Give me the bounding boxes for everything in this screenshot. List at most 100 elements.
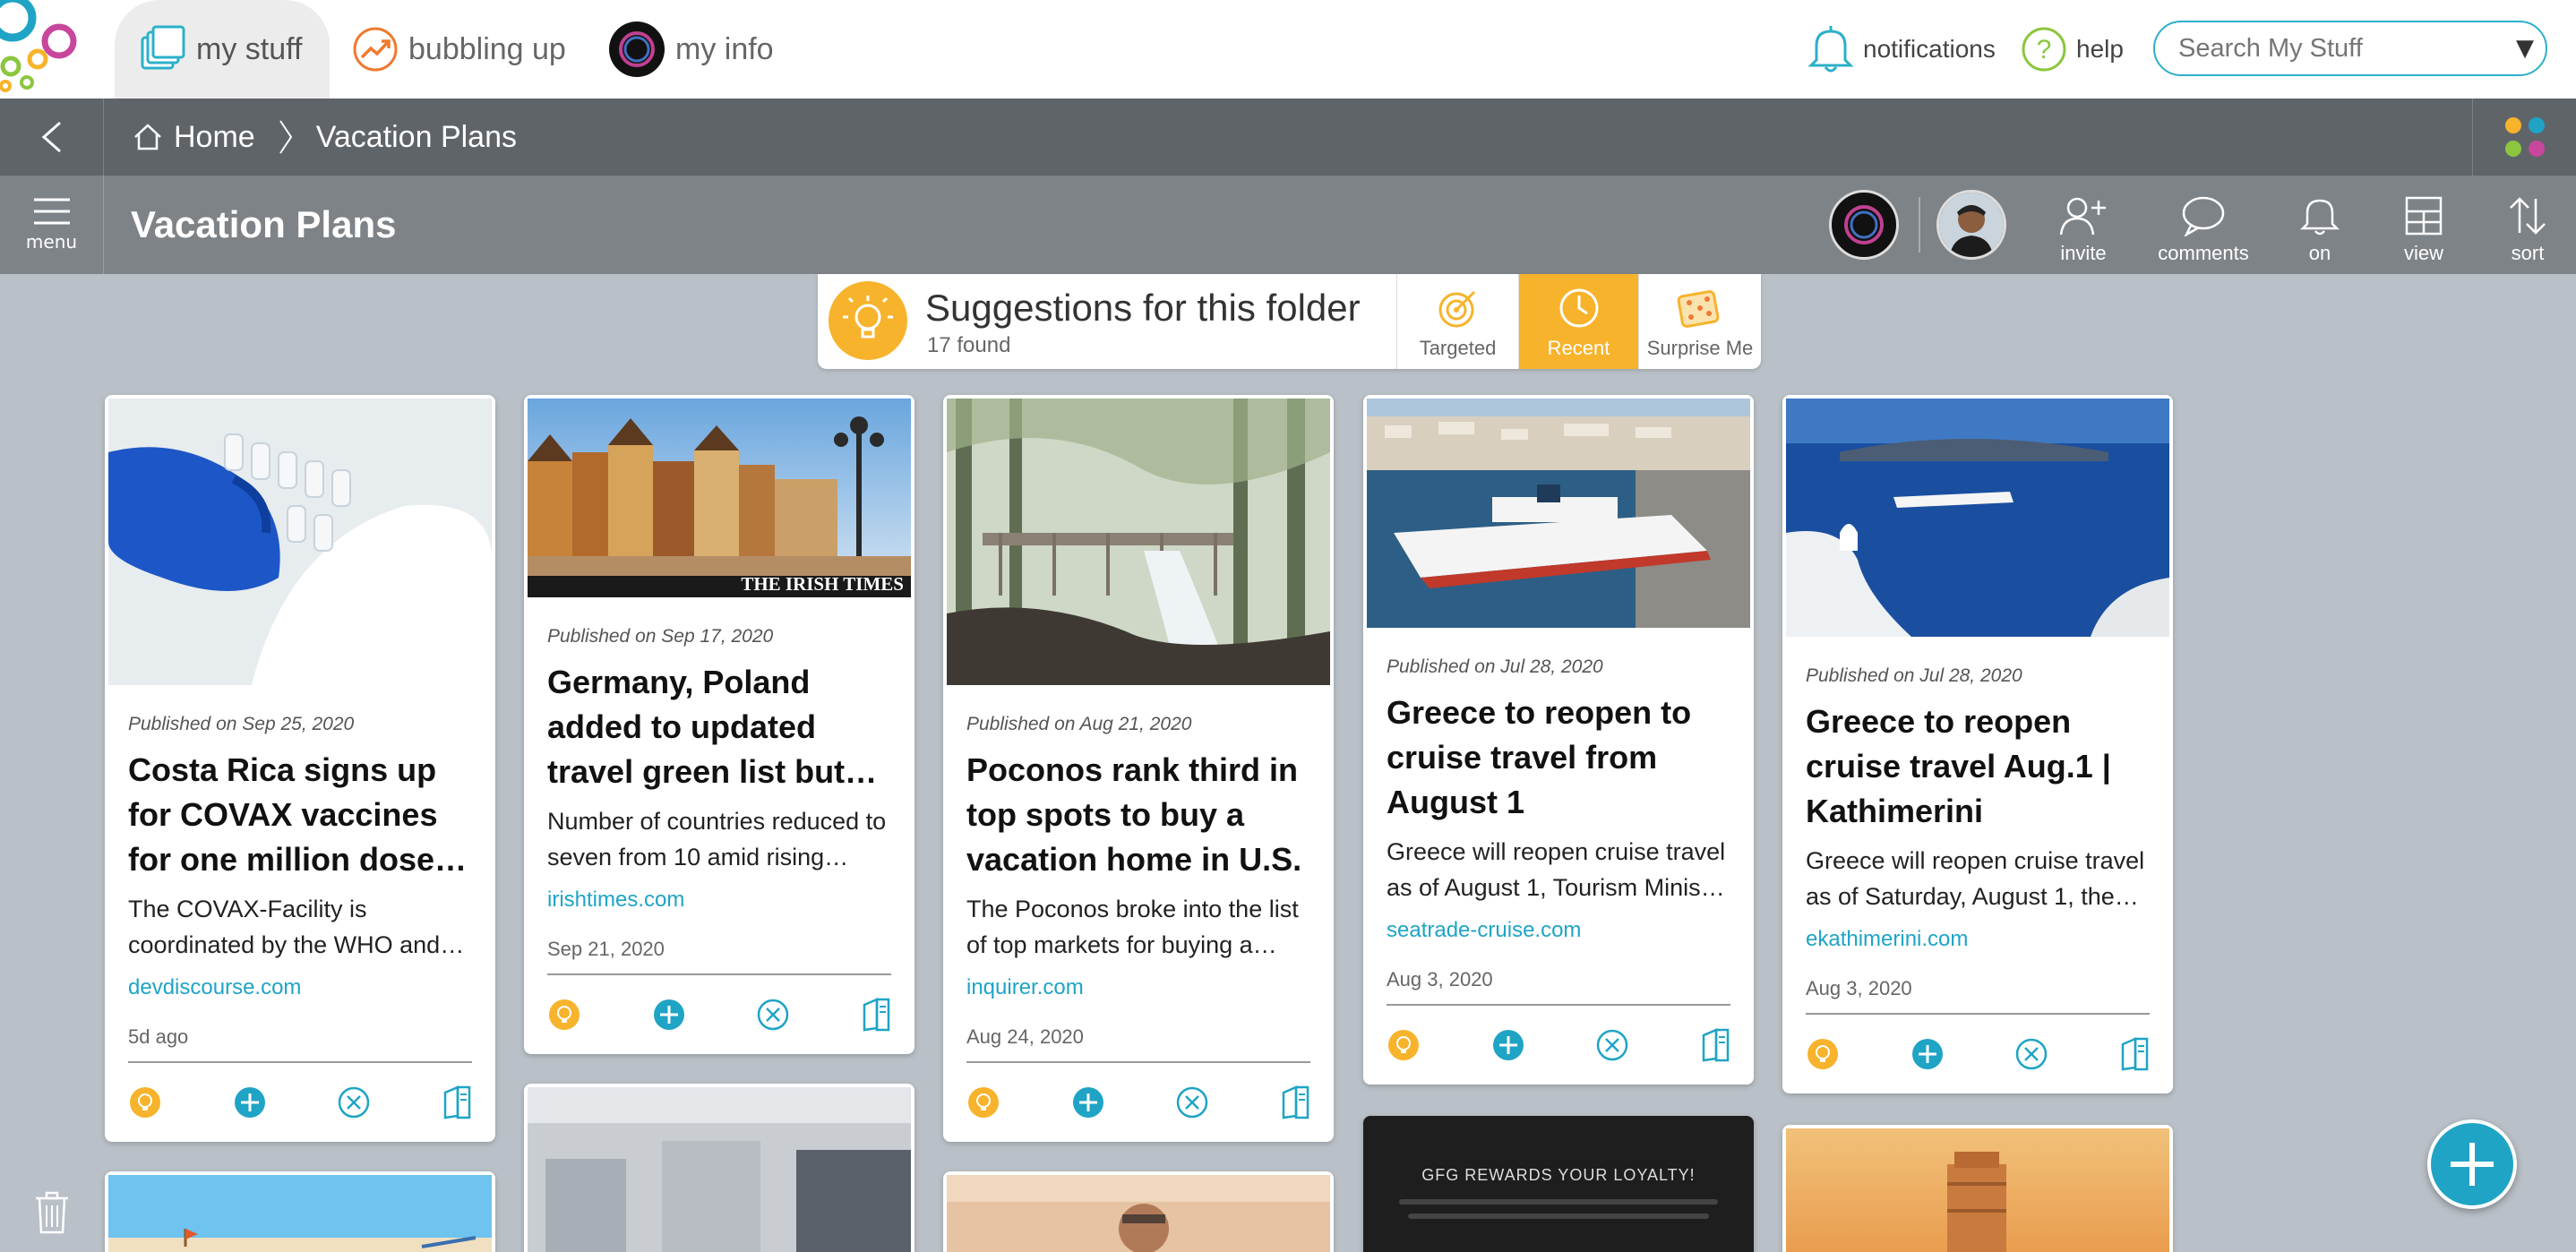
recent-button[interactable]: Recent	[1518, 274, 1638, 369]
hamburger-icon	[33, 198, 70, 225]
card-image-cruise-port[interactable]	[1367, 399, 1750, 628]
card-published: Published on Jul 28, 2020	[1387, 656, 1603, 677]
svg-text:?: ?	[2037, 35, 2052, 64]
lightbulb-icon[interactable]	[1806, 1037, 1840, 1071]
targeted-label: Targeted	[1419, 337, 1497, 359]
add-content-button[interactable]	[2427, 1119, 2517, 1209]
reader-icon[interactable]	[1280, 1085, 1310, 1119]
target-icon	[1438, 290, 1475, 328]
search-box[interactable]: ▼	[2153, 21, 2547, 76]
card-image-beach[interactable]	[108, 1175, 492, 1252]
tab-my-stuff[interactable]: my stuff	[139, 20, 302, 79]
promo-text: GFG REWARDS YOUR LOYALTY!	[1421, 1166, 1696, 1184]
card-image-town-square[interactable]: THE IRISH TIMES	[528, 399, 911, 597]
avatar[interactable]	[1936, 190, 2006, 260]
surprise-me-label: Surprise Me	[1646, 337, 1754, 359]
notifications-toggle-label: on	[2308, 242, 2331, 264]
content-card[interactable]	[105, 1171, 495, 1252]
sort-arrows-icon	[2510, 197, 2546, 235]
dismiss-icon[interactable]	[756, 998, 790, 1032]
add-person-icon	[2059, 197, 2106, 236]
menu-button[interactable]: menu	[0, 176, 104, 274]
card-title[interactable]: Costa Rica signs up for COVAX vaccines f…	[128, 748, 472, 882]
content-card[interactable]: THE IRISH TIMES Published on Sep 17, 202…	[524, 395, 914, 1054]
card-source-link[interactable]: ekathimerini.com	[1806, 927, 2150, 952]
apps-button[interactable]	[2472, 99, 2576, 176]
search-input[interactable]	[2178, 33, 2516, 64]
divider	[1919, 197, 1920, 253]
content-card[interactable]	[1782, 1125, 2173, 1252]
top-nav: my stuff bubbling up my info notificatio…	[0, 0, 2576, 99]
tab-bubbling-up[interactable]: bubbling up	[351, 20, 566, 79]
avatar[interactable]	[1829, 190, 1899, 260]
card-image-vaccine[interactable]	[108, 399, 492, 685]
card-title[interactable]: Germany, Poland added to updated travel …	[547, 660, 891, 794]
reader-icon[interactable]	[1700, 1028, 1730, 1062]
card-source-link[interactable]: devdiscourse.com	[128, 975, 472, 1000]
card-actions	[943, 1063, 1334, 1128]
targeted-button[interactable]: Targeted	[1396, 274, 1518, 369]
notifications-toggle[interactable]: on	[2277, 184, 2363, 265]
card-image-tower[interactable]	[1786, 1128, 2169, 1252]
breadcrumb-current: Vacation Plans	[315, 119, 517, 154]
add-circle-icon[interactable]	[1491, 1028, 1525, 1062]
help-link[interactable]: ? help	[2021, 20, 2124, 79]
tab-my-info[interactable]: my info	[607, 20, 774, 79]
add-circle-icon[interactable]	[1911, 1037, 1945, 1071]
dismiss-icon[interactable]	[1175, 1085, 1209, 1119]
card-image-airplane-cabin[interactable]	[528, 1087, 911, 1252]
card-description: Greece will reopen cruise travel as of A…	[1387, 838, 1730, 901]
lightbulb-icon[interactable]	[966, 1085, 1000, 1119]
lightbulb-icon[interactable]	[1387, 1028, 1421, 1062]
card-image-portrait[interactable]	[947, 1175, 1330, 1252]
breadcrumb-home[interactable]: Home	[174, 120, 255, 155]
add-circle-icon[interactable]	[652, 998, 686, 1032]
card-source-link[interactable]: irishtimes.com	[547, 888, 891, 913]
add-circle-icon[interactable]	[1071, 1085, 1105, 1119]
content-card[interactable]	[524, 1084, 914, 1252]
dismiss-icon[interactable]	[1595, 1028, 1629, 1062]
card-image-waterfall[interactable]	[947, 399, 1330, 685]
card-published: Published on Sep 25, 2020	[128, 714, 355, 734]
promo-line	[1408, 1213, 1709, 1219]
content-card[interactable]: Published on Jul 28, 2020 Greece to reop…	[1363, 395, 1754, 1085]
card-title[interactable]: Poconos rank third in top spots to buy a…	[966, 748, 1310, 882]
lightbulb-icon[interactable]	[128, 1085, 162, 1119]
app-logo-icon[interactable]	[0, 0, 116, 99]
content-card[interactable]: Published on Aug 21, 2020 Poconos rank t…	[943, 395, 1334, 1142]
dismiss-icon[interactable]	[337, 1085, 371, 1119]
content-card[interactable]: Published on Jul 28, 2020 Greece to reop…	[1782, 395, 2173, 1093]
content-card[interactable]	[943, 1171, 1334, 1252]
sort-button[interactable]: sort	[2485, 184, 2571, 265]
reader-icon[interactable]	[2119, 1037, 2150, 1071]
tab-label: my stuff	[196, 31, 303, 66]
view-button[interactable]: view	[2381, 184, 2467, 265]
back-button[interactable]	[0, 99, 104, 176]
card-title[interactable]: Greece to reopen cruise travel Aug.1 | K…	[1806, 699, 2150, 834]
dismiss-icon[interactable]	[2014, 1037, 2048, 1071]
card-source-link[interactable]: inquirer.com	[966, 975, 1310, 1000]
card-source-link[interactable]: seatrade-cruise.com	[1387, 918, 1730, 943]
card-title[interactable]: Greece to reopen to cruise travel from A…	[1387, 690, 1730, 825]
card-date: 5d ago	[128, 1025, 472, 1063]
trash-icon[interactable]	[34, 1191, 70, 1234]
reader-icon[interactable]	[442, 1085, 472, 1119]
member-avatar-icon	[1939, 193, 2004, 257]
card-actions	[1782, 1015, 2173, 1079]
surprise-me-button[interactable]: Surprise Me	[1638, 274, 1761, 369]
lightbulb-icon[interactable]	[547, 998, 581, 1032]
search-dropdown-icon[interactable]: ▼	[2516, 35, 2534, 62]
add-circle-icon[interactable]	[233, 1085, 267, 1119]
card-image-santorini[interactable]	[1786, 399, 2169, 637]
card-description: The Poconos broke into the list of top m…	[966, 896, 1299, 958]
reader-icon[interactable]	[861, 998, 891, 1032]
lightbulb-icon	[829, 281, 907, 360]
invite-button[interactable]: invite	[2040, 184, 2126, 265]
content-card[interactable]: GFG REWARDS YOUR LOYALTY!	[1363, 1116, 1754, 1252]
content-card[interactable]: Published on Sep 25, 2020 Costa Rica sig…	[105, 395, 495, 1142]
notifications-link[interactable]: notifications	[1807, 20, 1996, 79]
tab-label: bubbling up	[408, 31, 566, 66]
page-title: Vacation Plans	[131, 203, 397, 245]
layout-icon	[2405, 196, 2443, 236]
comments-button[interactable]: comments	[2158, 184, 2249, 265]
